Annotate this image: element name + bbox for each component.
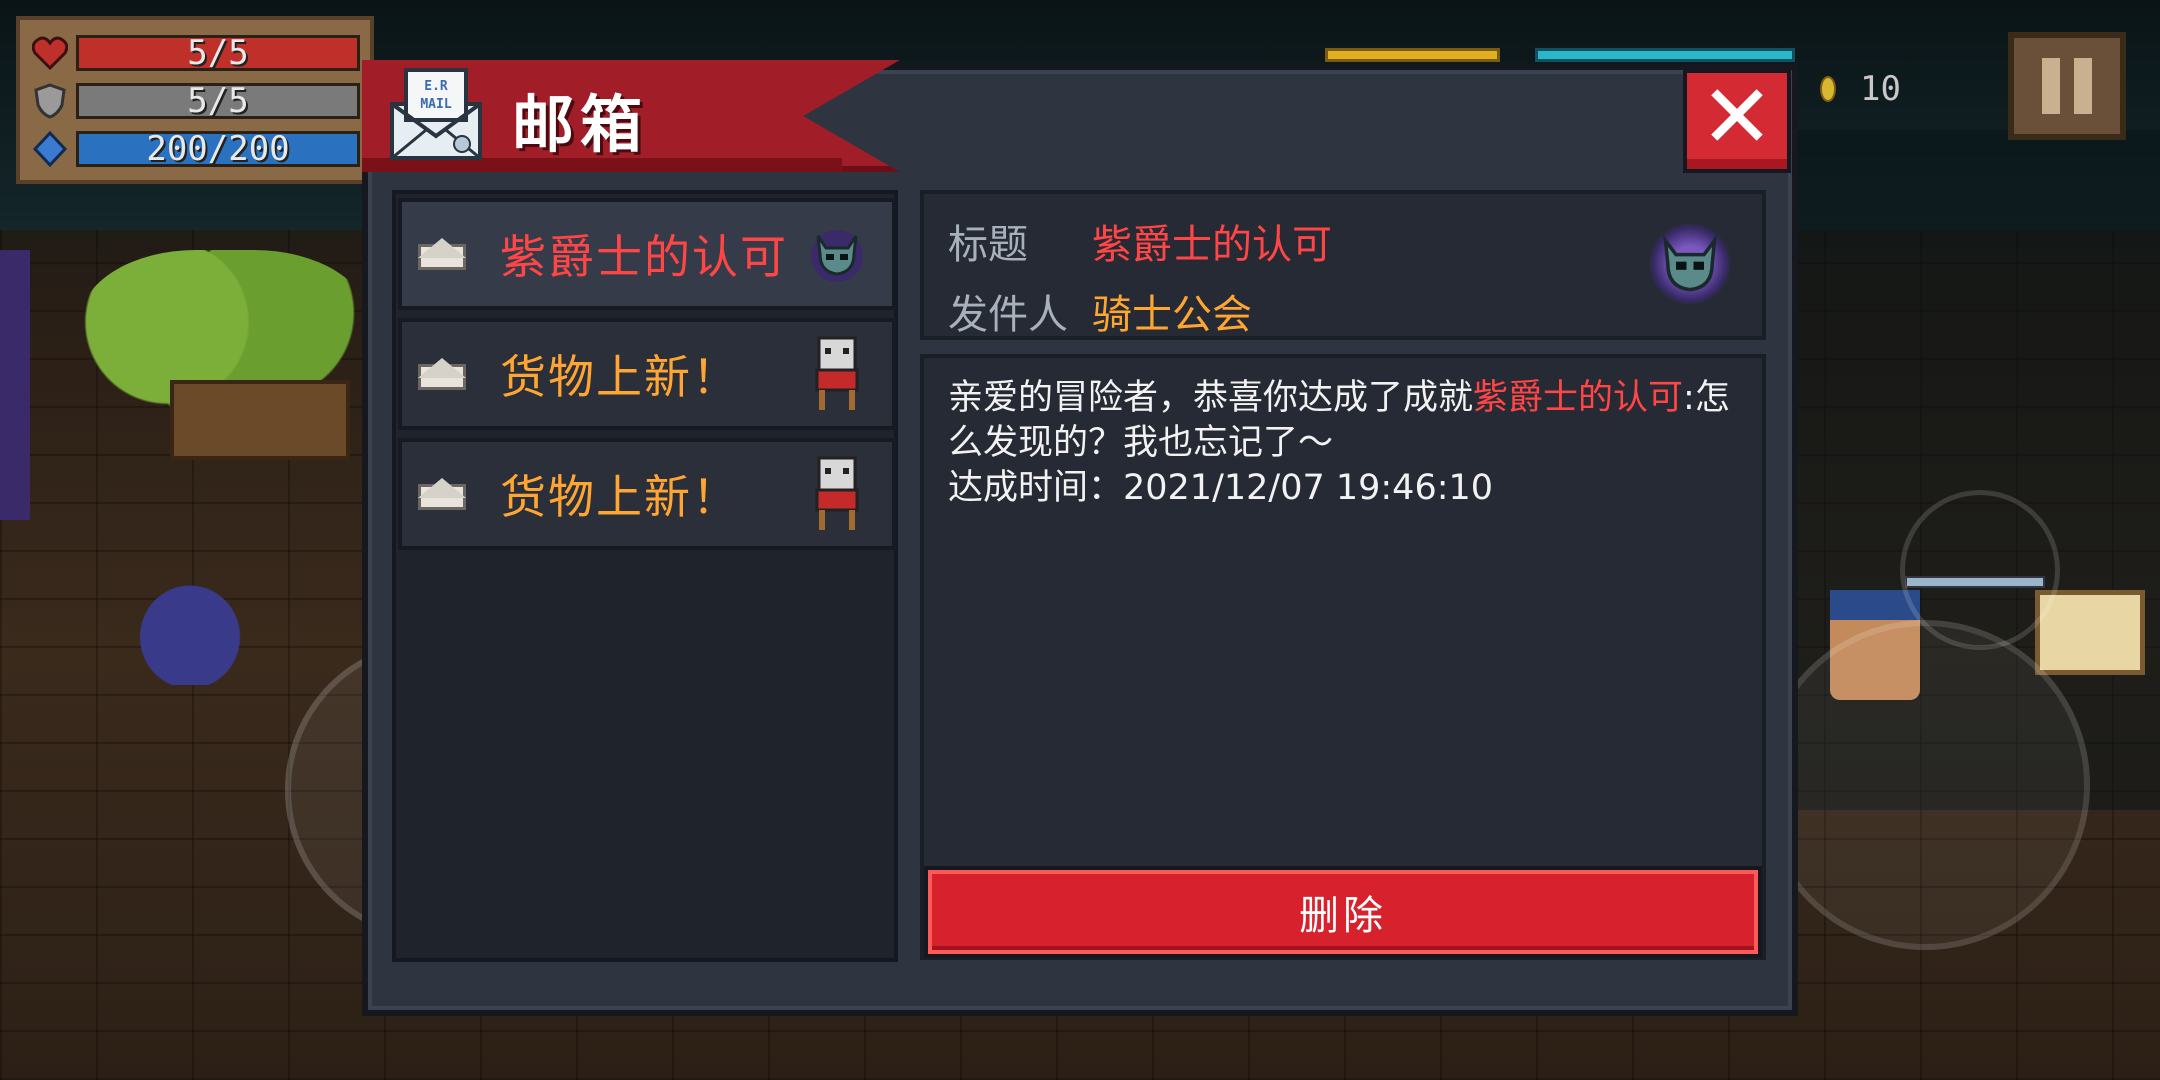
mail-list-item[interactable]: 货物上新！ xyxy=(398,438,896,550)
pause-icon-bar-left xyxy=(2042,58,2060,114)
energy-gem-icon xyxy=(30,129,70,169)
armor-row: 5/5 xyxy=(30,78,360,124)
mail-list: 紫爵士的认可 货物上新！ 货物上新！ xyxy=(392,190,898,962)
armor-value: 5/5 xyxy=(76,81,360,121)
sender-label: 发件人 xyxy=(948,292,1068,338)
mail-subject: 货物上新！ xyxy=(500,470,740,524)
delete-label: 删除 xyxy=(1299,893,1387,939)
wizard-character xyxy=(120,565,260,685)
merchant-cat-icon xyxy=(804,451,870,537)
attack-button[interactable] xyxy=(1760,620,2090,950)
shield-icon xyxy=(30,81,70,121)
player-stats-panel: 5/5 5/5 200/200 xyxy=(16,16,374,184)
dark-knight-icon xyxy=(804,211,870,297)
energy-row: 200/200 xyxy=(30,126,360,172)
envelope-icon xyxy=(418,358,466,390)
heart-icon xyxy=(30,33,70,73)
mail-detail-header: 标题 紫爵士的认可 发件人 骑士公会 xyxy=(920,190,1766,340)
body-prefix: 亲爱的冒险者，恭喜你达成了成就 xyxy=(948,378,1474,418)
skill-switch-button[interactable] xyxy=(1900,490,2060,650)
hp-value: 5/5 xyxy=(76,33,360,73)
pause-icon-bar-right xyxy=(2074,58,2092,114)
mail-subject: 紫爵士的认可 xyxy=(500,230,788,284)
envelope-icon xyxy=(418,478,466,510)
achievement-name: 紫爵士的认可 xyxy=(1473,378,1684,418)
hp-row: 5/5 xyxy=(30,30,360,76)
mailbox-header: E.R MAIL 邮箱 xyxy=(362,60,900,176)
mail-subject: 货物上新！ xyxy=(500,350,740,404)
tree-stump-decoration xyxy=(170,380,350,460)
close-icon: ✕ xyxy=(1700,65,1774,168)
merchant-cat-icon xyxy=(804,331,870,417)
pause-button[interactable] xyxy=(2008,32,2126,140)
cyan-status-bar xyxy=(1535,48,1795,62)
top-status-bars xyxy=(1325,48,1795,62)
coin-count: 10 xyxy=(1860,69,1901,109)
close-button[interactable]: ✕ xyxy=(1683,69,1791,173)
sender-value: 骑士公会 xyxy=(1092,292,1252,338)
coin-icon xyxy=(1820,76,1836,102)
title-value: 紫爵士的认可 xyxy=(1092,222,1332,268)
coin-counter: 10 xyxy=(1820,65,1901,113)
mail-envelope-icon: E.R MAIL xyxy=(388,64,484,162)
mailbox-title: 邮箱 xyxy=(512,88,649,161)
envelope-icon xyxy=(418,238,466,270)
achieved-time: 达成时间：2021/12/07 19:46:10 xyxy=(948,468,1494,508)
yellow-status-bar xyxy=(1325,48,1500,62)
mail-body-text: 亲爱的冒险者，恭喜你达成了成就紫爵士的认可:怎么发现的？我也忘记了～ 达成时间：… xyxy=(948,376,1748,511)
mail-list-item[interactable]: 货物上新！ xyxy=(398,318,896,430)
svg-text:E.R: E.R xyxy=(424,79,448,94)
mail-list-item[interactable]: 紫爵士的认可 xyxy=(398,198,896,310)
title-label: 标题 xyxy=(948,222,1028,268)
dark-knight-icon xyxy=(1648,222,1732,306)
left-machine xyxy=(0,250,30,520)
svg-text:MAIL: MAIL xyxy=(420,97,451,112)
energy-value: 200/200 xyxy=(76,129,360,169)
delete-button[interactable]: 删除 xyxy=(924,866,1762,958)
